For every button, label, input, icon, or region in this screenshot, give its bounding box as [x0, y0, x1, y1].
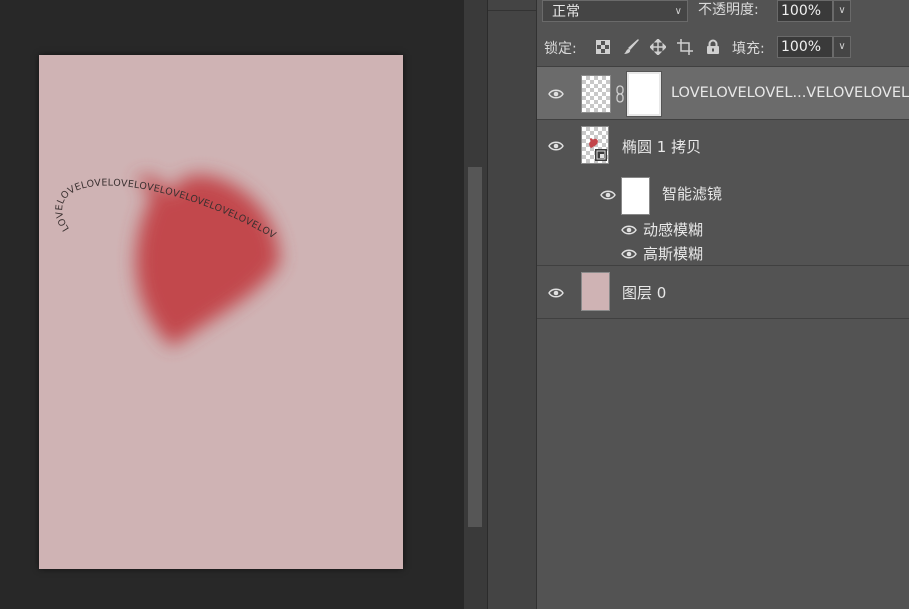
move-icon[interactable] [649, 38, 667, 56]
layer-thumbnail[interactable] [581, 272, 610, 311]
canvas-area[interactable]: LOVELOVELOVELOVELOVELOVELOVELOVELOVELOV [0, 0, 464, 609]
fill-dropdown-button[interactable]: ∨ [833, 36, 851, 58]
eye-icon[interactable] [600, 189, 616, 201]
chevron-down-icon: ∨ [674, 6, 682, 17]
layer-thumbnail[interactable] [581, 75, 611, 113]
layer-name[interactable]: LOVELOVELOVEL...VELOVELOVELO [671, 85, 909, 101]
fill-input[interactable]: 100% [777, 36, 833, 58]
opacity-input[interactable]: 100% [777, 0, 833, 22]
opacity-dropdown-button[interactable]: ∨ [833, 0, 851, 22]
chain-link-icon[interactable] [615, 85, 625, 103]
layer-name[interactable]: 椭圆 1 拷贝 [622, 136, 701, 157]
blend-mode-value: 正常 [552, 4, 580, 20]
brush-icon[interactable] [622, 38, 640, 56]
fill-label: 填充: [732, 41, 765, 57]
eye-icon[interactable] [548, 88, 564, 100]
lock-label: 锁定: [544, 41, 577, 57]
scrollbar-thumb[interactable] [468, 167, 482, 527]
eye-icon[interactable] [548, 287, 564, 299]
layer-text-love[interactable]: LOVELOVELOVEL...VELOVELOVELO [537, 67, 909, 119]
filter-motion-blur[interactable]: 动感模糊 [643, 219, 703, 240]
layers-panel: 正常 ∨ 不透明度: 100% ∨ 锁定: 填充: 100% ∨ LOVELOV… [536, 0, 909, 609]
eye-icon[interactable] [548, 140, 564, 152]
layer-0[interactable]: 图层 0 [537, 266, 909, 318]
blend-mode-select[interactable]: 正常 ∨ [542, 0, 688, 22]
crop-icon[interactable] [676, 38, 694, 56]
panel-dock-strip [487, 0, 537, 609]
layer-mask-thumbnail[interactable] [626, 71, 662, 117]
document-canvas[interactable]: LOVELOVELOVELOVELOVELOVELOVELOVELOVELOV [39, 55, 403, 569]
opacity-label: 不透明度: [698, 2, 759, 18]
layer-ellipse-copy[interactable]: 椭圆 1 拷贝 智能滤镜 动感模糊 高斯模糊 [537, 120, 909, 265]
filter-gaussian-blur[interactable]: 高斯模糊 [643, 243, 703, 264]
artwork: LOVELOVELOVELOVELOVELOVELOVELOVELOVELOV [54, 175, 280, 347]
layer-thumbnail[interactable] [581, 126, 609, 164]
eye-icon[interactable] [621, 248, 637, 260]
smart-filter-mask-thumbnail[interactable] [621, 177, 650, 215]
padlock-icon[interactable] [704, 38, 722, 56]
smart-filters-label[interactable]: 智能滤镜 [662, 183, 722, 204]
eye-icon[interactable] [621, 224, 637, 236]
checkerboard-icon[interactable] [594, 38, 612, 56]
vertical-scrollbar[interactable] [464, 0, 487, 609]
layer-name[interactable]: 图层 0 [622, 282, 666, 303]
